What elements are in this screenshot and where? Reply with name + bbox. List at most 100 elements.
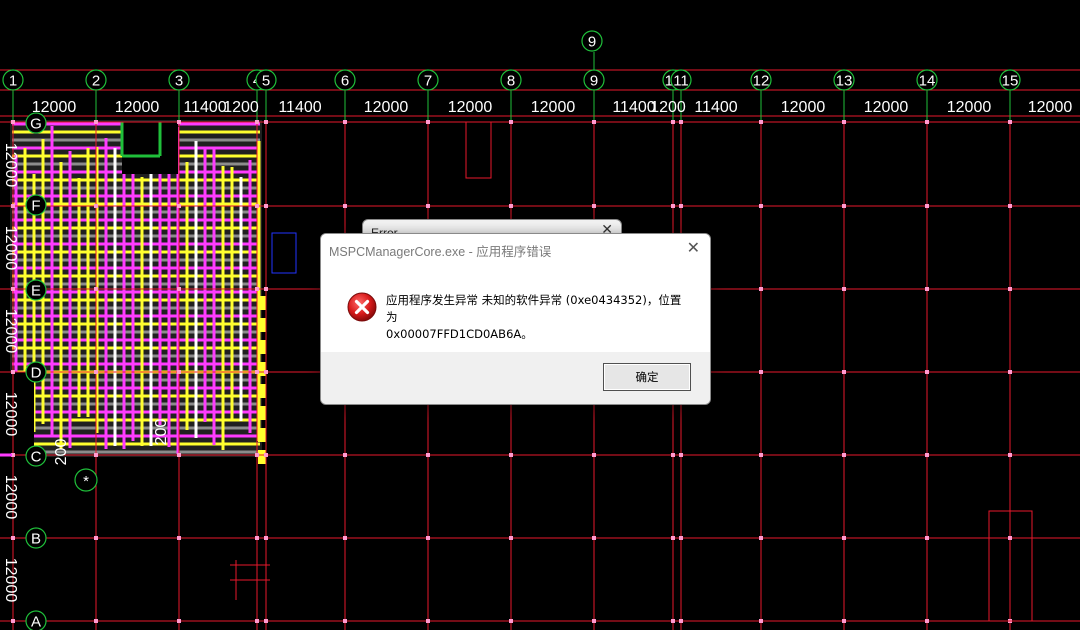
grid-node — [255, 204, 259, 208]
grid-node — [925, 370, 929, 374]
dialog-body: 应用程序发生异常 未知的软件异常 (0xe0434352)，位置为 0x0000… — [321, 264, 710, 352]
axis-bubble-label: 7 — [424, 73, 432, 90]
grid-node — [925, 536, 929, 540]
grid-node — [759, 120, 763, 124]
error-message-line-1: 应用程序发生异常 未知的软件异常 (0xe0434352)，位置为 — [386, 293, 682, 324]
spacing-label: 11400 — [694, 99, 737, 116]
grid-node — [426, 120, 430, 124]
axis-bubble-label: 13 — [836, 73, 853, 90]
axis-bubble-label: 12 — [753, 73, 770, 90]
vertical-spacing-label: 12000 — [2, 392, 19, 437]
axis-bubble-label: 15 — [1002, 73, 1019, 90]
grid-node — [264, 120, 268, 124]
plan-dimension-label: 200 — [53, 439, 70, 466]
spacing-label: 11400 — [278, 99, 321, 116]
grid-node — [177, 120, 181, 124]
axis-bubble-label: 11 — [673, 73, 689, 90]
spacing-label: 12000 — [448, 99, 493, 116]
grid-node — [11, 120, 15, 124]
spacing-label: 12000 — [531, 99, 576, 116]
column-marker — [258, 406, 266, 420]
axis-bubble-label: 5 — [262, 73, 270, 90]
grid-node — [177, 619, 181, 623]
grid-node — [925, 120, 929, 124]
axis-bubble-label: A — [31, 614, 41, 630]
grid-node — [264, 204, 268, 208]
grid-node — [759, 536, 763, 540]
ok-button[interactable]: 确定 — [603, 363, 691, 391]
grid-node — [264, 536, 268, 540]
grid-node — [94, 204, 98, 208]
spacing-label: 12000 — [1028, 99, 1073, 116]
star-marker: * — [83, 473, 89, 490]
grid-node — [592, 619, 596, 623]
grid-node — [11, 536, 15, 540]
axis-bubble-label: F — [31, 198, 40, 215]
column-marker — [258, 318, 266, 332]
vertical-spacing-label: 12000 — [2, 226, 19, 271]
vertical-spacing-label: 12000 — [2, 475, 19, 520]
axis-bubble-label: D — [31, 365, 42, 382]
grid-node — [343, 204, 347, 208]
grid-node — [509, 204, 513, 208]
column-marker — [258, 428, 266, 442]
grid-node — [509, 619, 513, 623]
grid-node — [759, 370, 763, 374]
grid-node — [11, 370, 15, 374]
error-icon — [347, 292, 377, 322]
grid-node — [842, 370, 846, 374]
vertical-spacing-label: 12000 — [2, 558, 19, 603]
grid-node — [343, 453, 347, 457]
grid-node — [1008, 536, 1012, 540]
grid-node — [426, 536, 430, 540]
grid-node — [842, 120, 846, 124]
grid-node — [679, 453, 683, 457]
grid-node — [94, 120, 98, 124]
grid-node — [94, 536, 98, 540]
grid-node — [671, 536, 675, 540]
structural-plan-region — [10, 120, 266, 464]
column-marker — [258, 384, 266, 398]
spacing-label: 11400 — [183, 99, 226, 116]
grid-node — [255, 453, 259, 457]
grid-node — [925, 453, 929, 457]
grid-node — [679, 619, 683, 623]
grid-node — [509, 536, 513, 540]
spacing-label: 12000 — [115, 99, 160, 116]
grid-node — [177, 453, 181, 457]
grid-node — [94, 453, 98, 457]
grid-node — [94, 287, 98, 291]
grid-node — [343, 619, 347, 623]
axis-bubble-label: C — [31, 449, 42, 466]
dialog-title: MSPCManagerCore.exe - 应用程序错误 — [329, 245, 552, 259]
grid-node — [264, 453, 268, 457]
grid-node — [177, 287, 181, 291]
column-marker — [258, 296, 266, 310]
dialog-title-bar[interactable]: MSPCManagerCore.exe - 应用程序错误 ✕ — [321, 234, 710, 264]
grid-node — [925, 204, 929, 208]
grid-node — [343, 120, 347, 124]
grid-node — [679, 120, 683, 124]
grid-node — [925, 619, 929, 623]
grid-node — [842, 536, 846, 540]
grid-node — [177, 370, 181, 374]
application-error-dialog: MSPCManagerCore.exe - 应用程序错误 ✕ 应用程序发生异常 … — [320, 233, 711, 405]
grid-node — [671, 120, 675, 124]
vertical-spacing-label: 12000 — [2, 143, 19, 188]
grid-node — [1008, 204, 1012, 208]
axis-bubble-label: 1 — [9, 73, 17, 90]
dialog-footer: 确定 — [321, 352, 710, 404]
close-icon[interactable]: ✕ — [687, 238, 700, 257]
grid-node — [94, 370, 98, 374]
grid-node — [842, 453, 846, 457]
grid-node — [177, 204, 181, 208]
axis-bubble-label: G — [30, 116, 42, 133]
spacing-label: 1200 — [650, 99, 686, 116]
detail-box — [465, 121, 492, 179]
grid-node — [255, 287, 259, 291]
axis-bubble-label: 3 — [175, 73, 183, 90]
grid-node — [842, 287, 846, 291]
grid-node — [1008, 287, 1012, 291]
spacing-label: 12000 — [864, 99, 909, 116]
grid-node — [509, 453, 513, 457]
